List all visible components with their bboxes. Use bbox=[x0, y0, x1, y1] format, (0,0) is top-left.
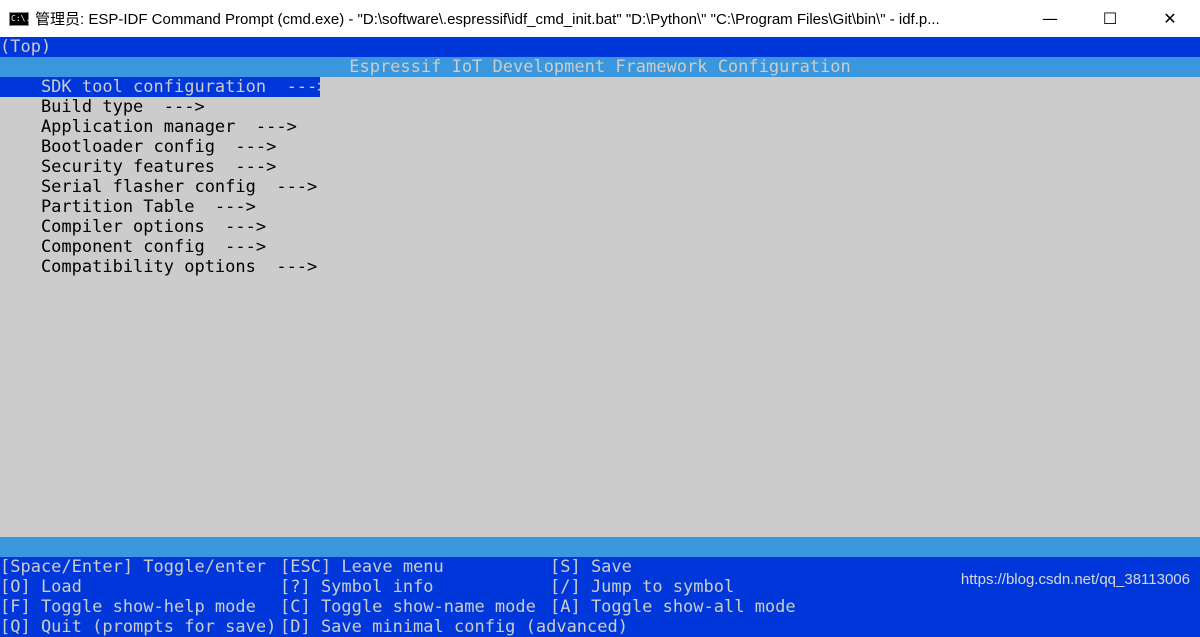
title-bar[interactable]: C:\. 管理员: ESP-IDF Command Prompt (cmd.ex… bbox=[0, 0, 1200, 37]
help-entry: [?] Symbol info bbox=[280, 577, 434, 597]
menu-header: Espressif IoT Development Framework Conf… bbox=[0, 57, 1200, 77]
cmd-app-icon[interactable]: C:\. bbox=[9, 11, 31, 26]
help-entry: [S] Save bbox=[550, 557, 632, 577]
help-entry: [Space/Enter] Toggle/enter bbox=[0, 557, 267, 577]
minimize-button[interactable]: — bbox=[1020, 0, 1080, 37]
menu-item[interactable]: Security features ---> bbox=[0, 157, 276, 177]
help-entry: [A] Toggle show-all mode bbox=[550, 597, 796, 617]
terminal-area[interactable]: (Top) Espressif IoT Development Framewor… bbox=[0, 37, 1200, 637]
maximize-button[interactable]: ☐ bbox=[1080, 0, 1140, 37]
help-entry: [F] Toggle show-help mode bbox=[0, 597, 256, 617]
help-entry: [/] Jump to symbol bbox=[550, 577, 735, 597]
close-button[interactable]: ✕ bbox=[1140, 0, 1200, 37]
help-entry: [D] Save minimal config (advanced) bbox=[280, 617, 628, 637]
help-separator bbox=[0, 537, 1200, 557]
cmd-app-icon-text: C:\. bbox=[11, 13, 31, 23]
menu-item[interactable]: Compatibility options ---> bbox=[0, 257, 317, 277]
window-title: 管理员: ESP-IDF Command Prompt (cmd.exe) - … bbox=[35, 11, 940, 28]
help-entry: [Q] Quit (prompts for save) bbox=[0, 617, 277, 637]
menu-item[interactable]: Compiler options ---> bbox=[0, 217, 266, 237]
menu-item[interactable]: Application manager ---> bbox=[0, 117, 297, 137]
menu-item[interactable]: Build type ---> bbox=[0, 97, 205, 117]
menu-item[interactable]: Partition Table ---> bbox=[0, 197, 256, 217]
watermark: https://blog.csdn.net/qq_38113006 bbox=[960, 571, 1190, 588]
menu-item[interactable]: Bootloader config ---> bbox=[0, 137, 276, 157]
window-controls: — ☐ ✕ bbox=[1020, 0, 1200, 37]
menu-path: (Top) bbox=[0, 37, 1200, 57]
menu-item[interactable]: Component config ---> bbox=[0, 237, 266, 257]
console-window: C:\. 管理员: ESP-IDF Command Prompt (cmd.ex… bbox=[0, 0, 1200, 637]
menu-item[interactable]: Serial flasher config ---> bbox=[0, 177, 317, 197]
help-entry: [O] Load bbox=[0, 577, 82, 597]
help-entry: [C] Toggle show-name mode bbox=[280, 597, 536, 617]
help-entry: [ESC] Leave menu bbox=[280, 557, 444, 577]
menu-item[interactable]: SDK tool configuration ---> bbox=[0, 77, 328, 97]
help-panel: [Space/Enter] Toggle/enter [ESC] Leave me… bbox=[0, 557, 1200, 637]
